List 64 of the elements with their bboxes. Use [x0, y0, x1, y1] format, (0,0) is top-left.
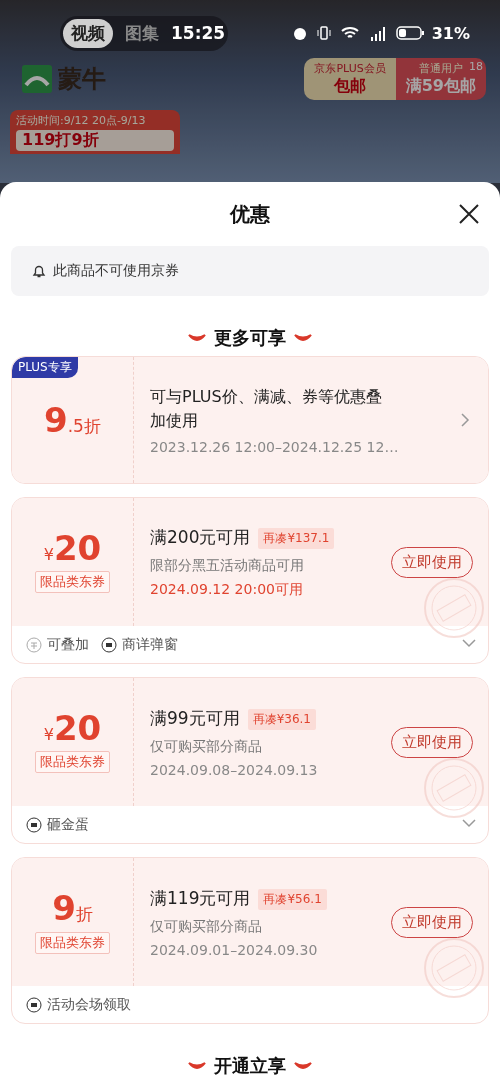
plus-offer-card[interactable]: 9.5折 可与PLUS价、满减、券等优惠叠加使用 2023.12.26 12:00–2024.12.25 12… PLUS专享 — [11, 356, 489, 484]
validity-date: 2024.09.08–2024.09.13 — [150, 761, 319, 778]
shipping-label: 京东PLUS会员 — [314, 61, 386, 76]
chevron-down-icon[interactable] — [462, 819, 476, 828]
validity-date: 2024.09.12 20:00可用 — [150, 580, 304, 599]
validity-date: 2023.12.26 12:00–2024.12.25 12… — [150, 439, 400, 455]
clock-time: 15:25 — [171, 23, 226, 43]
sheet-title: 优惠 — [230, 200, 270, 228]
coupon-card[interactable]: ¥20 限品类东券 满99元可用 再凑¥36.1 仅可购买部分商品 2024.09.08–2024.09.13 立即使用 砸金蛋 — [11, 677, 489, 844]
coupon-card[interactable]: ¥20 限品类东券 满200元可用 再凑¥137.1 限部分黑五活动商品可用 2024.09.12 20:00可用 立即使用 可叠加 商详弹窗 — [11, 497, 489, 664]
section-title: 更多可享 — [214, 326, 286, 350]
decoration-icon — [294, 333, 312, 343]
offer-scope: 限部分黑五活动商品可用 — [150, 556, 305, 575]
feature-label: 商详弹窗 — [101, 635, 178, 654]
discount-amount: 9.5折 — [44, 402, 101, 438]
battery-icon — [395, 26, 424, 40]
wifi-icon — [339, 25, 360, 41]
feature-label: 可叠加 — [26, 635, 89, 654]
window-icon — [26, 816, 42, 833]
plus-exclusive-tag: PLUS专享 — [12, 357, 78, 378]
offer-title: 可与PLUS价、满减、券等优惠叠加使用 — [150, 386, 382, 432]
amount-needed-tag: 再凑¥137.1 — [258, 527, 335, 549]
coupon-card[interactable]: 9折 限品类东券 满119元可用 再凑¥56.1 仅可购买部分商品 2024.09.01–2024.09.30 立即使用 活动会场领取 — [11, 857, 489, 1024]
feature-label: 活动会场领取 — [26, 995, 131, 1014]
feature-label: 砸金蛋 — [26, 815, 89, 834]
decoration-icon — [188, 333, 206, 343]
promo-title: 119打9折 — [16, 130, 174, 151]
chevron-right-icon[interactable] — [460, 413, 470, 427]
chevron-down-icon[interactable] — [462, 639, 476, 648]
window-icon — [101, 636, 117, 653]
notice-text: 此商品不可使用京券 — [53, 262, 179, 280]
count-label: 18 — [469, 60, 483, 73]
media-tab[interactable]: 图集 — [117, 18, 167, 48]
category-tag: 限品类东券 — [35, 931, 110, 954]
offer-title: 满119元可用 — [150, 887, 251, 911]
brand-logo-text: 蒙牛 — [58, 64, 106, 95]
offer-scope: 仅可购买部分商品 — [150, 917, 263, 936]
discount-amount: 9折 — [52, 890, 93, 926]
battery-percent: 31% — [431, 23, 470, 43]
decoration-icon — [188, 1061, 206, 1071]
discount-amount: ¥20 — [43, 531, 102, 565]
amount-needed-tag: 再凑¥56.1 — [258, 888, 327, 910]
shipping-value: 满59包邮 — [405, 76, 476, 97]
category-tag: 限品类东券 — [35, 571, 110, 593]
bell-icon — [31, 263, 47, 279]
offer-scope: 仅可购买部分商品 — [150, 737, 263, 756]
offer-title: 满99元可用 — [150, 707, 240, 731]
promo-time: 活动时间:9/12 20点-9/13 — [16, 113, 147, 128]
vibrate-icon — [315, 25, 332, 41]
offer-title: 满200元可用 — [150, 526, 251, 550]
leaf-logo-icon — [22, 65, 52, 93]
amount-needed-tag: 再凑¥36.1 — [247, 708, 316, 730]
section-title: 开通立享 — [214, 1054, 286, 1078]
discount-amount: ¥20 — [43, 711, 102, 745]
close-button[interactable] — [457, 202, 481, 226]
media-tab-switch[interactable]: 视频 图集 15:25 — [60, 15, 229, 51]
shipping-value: 包邮 — [334, 76, 367, 97]
decoration-icon — [294, 1061, 312, 1071]
coin-icon — [26, 636, 42, 653]
category-tag: 限品类东券 — [35, 751, 110, 773]
window-icon — [26, 996, 42, 1013]
shipping-label: 普通用户 — [418, 61, 463, 76]
media-tab[interactable]: 视频 — [63, 18, 113, 48]
validity-date: 2024.09.01–2024.09.30 — [150, 941, 319, 958]
